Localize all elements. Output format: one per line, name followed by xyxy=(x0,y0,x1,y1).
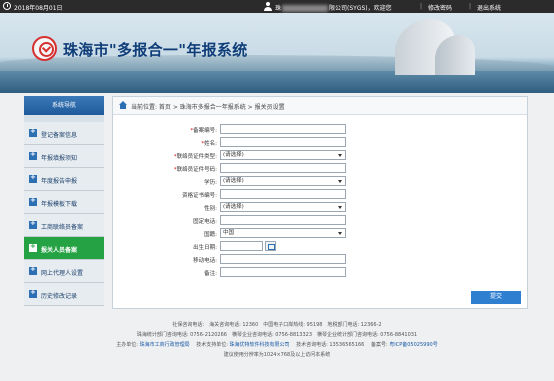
plus-icon xyxy=(29,219,37,229)
form-row-mobile: 移动电话: xyxy=(193,258,217,264)
sidebar-item-customs-personnel[interactable]: 报关人员备案 xyxy=(24,237,104,260)
header-banner: 珠海市"多报合一"年报系统 xyxy=(0,13,554,93)
mobile-input[interactable] xyxy=(220,254,346,264)
education-select[interactable]: (请选择) xyxy=(220,176,346,186)
sidebar-nav: 系统导航 登记备案信息 年报填报须知 年度报告申报 年报模板下载 工商联络员备案… xyxy=(24,96,104,306)
breadcrumb: 当前位置: 首页 > 珠海市多报合一年报系统 > 报关员设置 xyxy=(113,97,527,115)
record-number-input[interactable] xyxy=(220,124,346,134)
form-row-certificate-number: 资格证书编号: xyxy=(182,193,217,199)
calendar-icon[interactable] xyxy=(265,241,276,251)
plus-icon xyxy=(29,196,37,206)
id-number-input[interactable] xyxy=(220,163,346,173)
plus-icon xyxy=(29,127,37,137)
system-logo-icon xyxy=(32,36,57,61)
form-row-education: 学历: xyxy=(204,180,217,186)
form-row-id-number: *联络员证件号码: xyxy=(173,167,217,173)
sidebar-header: 系统导航 xyxy=(24,96,104,115)
clock-icon xyxy=(3,2,11,10)
birth-date-input[interactable] xyxy=(220,241,263,251)
footer-line-resolution: 建议使用分辨率为1024×768及以上访问本系统 xyxy=(223,352,331,358)
form-row-remarks: 备注: xyxy=(204,271,217,277)
id-type-select[interactable]: (请选择) xyxy=(220,150,346,160)
sidebar-item-history[interactable]: 历史修改记录 xyxy=(24,283,104,306)
submit-button[interactable]: 提交 xyxy=(471,291,521,304)
footer-line-hotlines: 社保咨询电话: 海关咨询电话: 12360 中国电子口岸热线: 95198 地税… xyxy=(172,322,382,328)
icp-link[interactable]: 粤ICP备05025990号 xyxy=(389,342,437,348)
landline-input[interactable] xyxy=(220,215,346,225)
redacted-company-name xyxy=(282,5,329,12)
sidebar-item-liaison-filing[interactable]: 工商联络员备案 xyxy=(24,214,104,237)
footer: 社保咨询电话: 海关咨询电话: 12360 中国电子口岸热线: 95198 地税… xyxy=(0,320,554,360)
form-row-nationality: 国籍: xyxy=(204,232,217,238)
plus-icon xyxy=(29,150,37,160)
footer-line-organizers: 主办单位: 珠海市工商行政管理局 技术支持单位: 珠海优特软件科技有限公司 技术… xyxy=(116,342,438,348)
plus-icon xyxy=(29,173,37,183)
certificate-number-input[interactable] xyxy=(220,189,346,199)
footer-line-statistics: 珠海统计部门咨询电话: 0756-2120266 横琴企业咨询电话: 0756-… xyxy=(136,332,418,338)
tech-support-link[interactable]: 珠海优特软件科技有限公司 xyxy=(229,342,289,348)
plus-icon xyxy=(29,288,37,298)
change-password-link[interactable]: 修改密码 xyxy=(428,3,452,12)
name-input[interactable] xyxy=(220,137,346,147)
sidebar-item-registration-info[interactable]: 登记备案信息 xyxy=(24,122,104,145)
remarks-input[interactable] xyxy=(220,267,346,277)
logout-link[interactable]: 退出系统 xyxy=(477,3,501,12)
plus-icon xyxy=(29,265,37,275)
top-bar: 2018年08月01日 珠限公司(SYGS)，欢迎您 | 修改密码 | 退出系统 xyxy=(0,0,554,13)
form-row-id-type: *联络员证件类型: xyxy=(173,154,217,160)
nationality-select[interactable]: 中国 xyxy=(220,228,346,238)
gender-select[interactable]: (请选择) xyxy=(220,202,346,212)
sidebar-item-online-agent[interactable]: 网上代理人设置 xyxy=(24,260,104,283)
current-date: 2018年08月01日 xyxy=(14,5,63,12)
form-row-record-number: *备案编号: xyxy=(190,128,217,134)
system-title: 珠海市"多报合一"年报系统 xyxy=(63,41,248,59)
organizer-link[interactable]: 珠海市工商行政管理局 xyxy=(140,342,190,348)
sidebar-item-annual-report[interactable]: 年度报告申报 xyxy=(24,168,104,191)
form-row-landline: 固定电话: xyxy=(193,219,217,225)
form-row-birth-date: 出生日期: xyxy=(193,245,217,251)
form-row-name: *姓名: xyxy=(201,141,217,147)
plus-icon xyxy=(29,242,37,252)
home-icon xyxy=(119,101,127,109)
form-row-gender: 性别: xyxy=(204,206,217,212)
sidebar-item-filing-notes[interactable]: 年报填报须知 xyxy=(24,145,104,168)
user-icon xyxy=(263,2,272,11)
welcome-text: 珠限公司(SYGS)，欢迎您 xyxy=(275,5,392,12)
sidebar-item-template-download[interactable]: 年报模板下载 xyxy=(24,191,104,214)
main-panel: 当前位置: 首页 > 珠海市多报合一年报系统 > 报关员设置 *备案编号: *姓… xyxy=(112,96,528,309)
